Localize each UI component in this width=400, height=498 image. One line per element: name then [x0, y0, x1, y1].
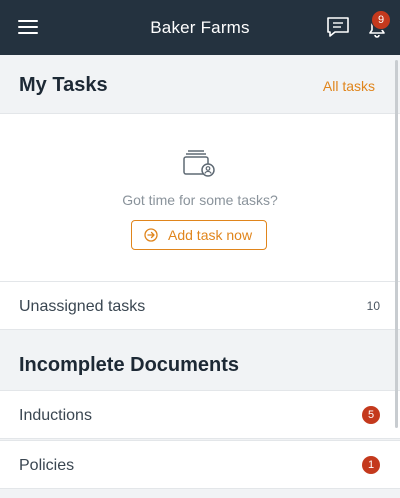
- inductions-badge: 5: [362, 406, 380, 424]
- policies-label: Policies: [19, 457, 75, 474]
- section-title: Incomplete Documents: [19, 354, 240, 376]
- incomplete-documents-header: Incomplete Documents: [0, 336, 400, 390]
- unassigned-tasks-row[interactable]: Unassigned tasks 10: [0, 281, 400, 330]
- scrollbar[interactable]: [395, 60, 398, 428]
- inductions-label: Inductions: [19, 407, 92, 424]
- policies-badge: 1: [362, 456, 380, 474]
- arrow-circle-right-icon: [144, 228, 158, 242]
- section-title: My Tasks: [19, 74, 108, 96]
- add-task-button[interactable]: Add task now: [131, 220, 267, 250]
- top-bar: Baker Farms 9: [0, 0, 400, 55]
- empty-tasks-card: Got time for some tasks? Add task now: [0, 113, 400, 281]
- tasks-inbox-icon: [181, 149, 217, 179]
- empty-message: Got time for some tasks?: [122, 192, 278, 208]
- add-task-label: Add task now: [168, 227, 253, 243]
- inductions-row[interactable]: Inductions 5: [0, 390, 400, 439]
- chat-icon[interactable]: [325, 14, 351, 40]
- my-tasks-header: My Tasks All tasks: [0, 55, 400, 113]
- unassigned-tasks-count: 10: [366, 299, 380, 313]
- notification-badge[interactable]: 9: [371, 10, 391, 30]
- policies-row[interactable]: Policies 1: [0, 440, 400, 489]
- unassigned-tasks-label: Unassigned tasks: [19, 298, 146, 315]
- all-tasks-link[interactable]: All tasks: [323, 55, 375, 113]
